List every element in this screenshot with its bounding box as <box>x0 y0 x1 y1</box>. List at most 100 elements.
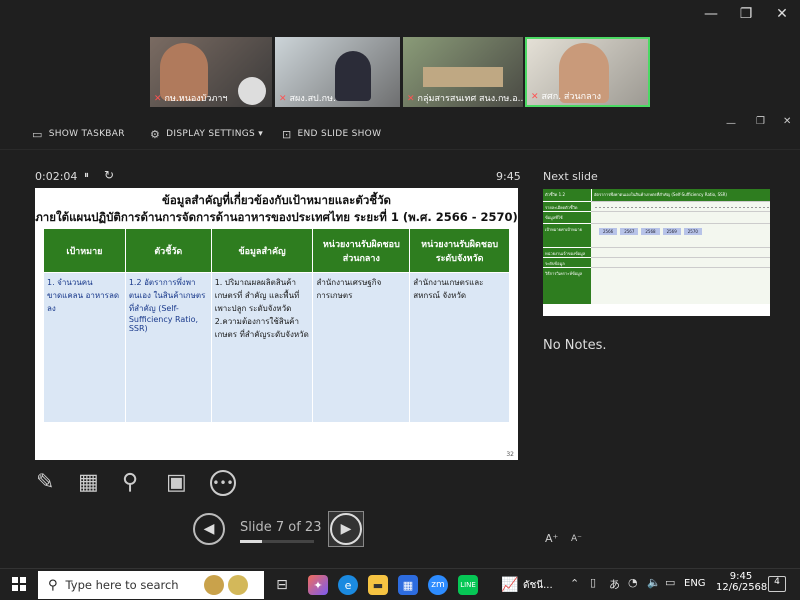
taskbar-icon: ▭ <box>32 127 43 141</box>
pause-timer-icon[interactable]: ⏸ <box>84 170 89 181</box>
mic-muted-icon: ✕ <box>407 94 415 104</box>
video-tile[interactable]: ✕ สผง.สป.กษ. <box>275 37 400 107</box>
tray-chevron-icon[interactable]: ⌃ <box>570 577 579 590</box>
close-presenter-icon[interactable]: ✕ <box>783 116 791 127</box>
table-cell: 1.2 อัตราการพึ่งพาตนเอง ในสินค้าเกษตรที่… <box>124 272 212 423</box>
tray-ime-icon[interactable]: あ <box>609 576 620 592</box>
decrease-text-size-button[interactable]: A⁻ <box>571 534 582 544</box>
restore-presenter-icon[interactable]: ❐ <box>756 116 765 127</box>
taskbar-clock[interactable]: 9:45 12/6/2568 <box>716 571 767 593</box>
taskbar-time: 9:45 <box>729 571 753 582</box>
more-options-icon[interactable]: ••• <box>210 470 236 496</box>
taskbar-search-box[interactable]: ⚲ Type here to search <box>38 571 264 599</box>
current-slide: ข้อมูลสำคัญที่เกี่ยวข้องกับเป้าหมายและตั… <box>35 188 518 460</box>
table-header: ข้อมูลสำคัญ <box>210 228 314 273</box>
next-slide-label: Next slide <box>543 170 598 183</box>
store-icon[interactable]: ▦ <box>398 575 418 595</box>
thumb-year: 2570 <box>683 228 702 235</box>
search-placeholder: Type here to search <box>65 578 179 592</box>
table-header: ตัวชี้วัด <box>124 228 212 273</box>
table-cell: 1. ปริมาณผลผลิตสินค้าเกษตรที่ สำคัญ และพ… <box>210 272 314 423</box>
black-screen-icon[interactable]: ▣ <box>166 470 187 495</box>
clock-time: 9:45 <box>496 170 521 183</box>
show-taskbar-button[interactable]: ▭ SHOW TASKBAR <box>32 127 125 141</box>
close-button[interactable]: ✕ <box>767 6 797 22</box>
video-tile[interactable]: ✕ กลุ่มสารสนเทศ สนง.กษ.อ... <box>403 37 523 107</box>
file-explorer-icon[interactable]: ▬ <box>368 575 388 595</box>
line-app-icon[interactable]: LINE <box>458 575 478 595</box>
end-slide-show-button[interactable]: ⊡ END SLIDE SHOW <box>282 127 381 141</box>
increase-text-size-button[interactable]: A⁺ <box>545 532 558 545</box>
volume-icon[interactable]: 🔈 <box>647 576 661 589</box>
mic-muted-icon: ✕ <box>154 94 162 104</box>
fan-object <box>238 77 266 105</box>
tray-device-icon[interactable]: ▯ <box>590 576 596 589</box>
slide-table: เป้าหมาย ตัวชี้วัด ข้อมูลสำคัญ หน่วยงานร… <box>43 228 510 423</box>
participant-name: กษ.หนองบัวภาฯ <box>164 94 228 104</box>
tray-app-label[interactable]: ดัชนี... <box>523 578 553 593</box>
participant-name: สผง.สป.กษ. <box>289 94 336 104</box>
edge-browser-icon[interactable]: e <box>338 575 358 595</box>
thumb-year: 2566 <box>599 228 618 235</box>
windows-start-icon[interactable] <box>12 577 26 591</box>
minimize-presenter-icon[interactable]: — <box>726 118 736 129</box>
thumb-cell: หน่วยงานเจ้าของข้อมูล <box>543 247 591 257</box>
pen-icon[interactable]: ✎ <box>36 470 54 495</box>
next-slide-thumbnail[interactable]: ตัวชี้วัด 1.2 อัตราการพึ่งพาตนเองในสินค้… <box>543 189 770 316</box>
notification-center-icon[interactable]: 4 <box>768 576 786 592</box>
zoom-app-icon[interactable]: zm <box>428 575 448 595</box>
thumb-cell: รายละเอียดตัวชี้วัด <box>543 201 591 211</box>
table-cell: สำนักงานเกษตรและสหกรณ์ จังหวัด <box>409 272 510 423</box>
slide-page-number: 32 <box>506 451 514 458</box>
participant-name: สศก. ส่วนกลาง <box>541 92 602 102</box>
battery-icon[interactable]: ▭ <box>665 576 675 589</box>
table-header: หน่วยงานรับผิดชอบ ระดับจังหวัด <box>409 228 510 273</box>
table-cell: 1. จำนวนคนขาดแคลน อาหารลดลง <box>43 272 126 423</box>
restore-button[interactable]: ❐ <box>731 6 761 22</box>
table-cell: สำนักงานเศรษฐกิจการเกษตร <box>312 272 411 423</box>
chart-app-icon[interactable]: 📈 <box>500 575 520 595</box>
thumb-text-lines <box>591 211 770 223</box>
reset-timer-icon[interactable]: ↻ <box>104 168 114 182</box>
thumb-year-table: 2566 2567 2568 2569 2570 <box>591 223 770 247</box>
thumb-cell: เป้าหมายค่าเป้าหมาย <box>543 223 591 247</box>
medal-icon <box>204 575 224 595</box>
thumb-cell: ระดับข้อมูล <box>543 257 591 267</box>
thumb-cell: วิธีการวิเคราะห์ข้อมูล <box>543 267 591 304</box>
participant-avatar <box>335 51 371 101</box>
copilot-icon[interactable]: ✦ <box>308 575 328 595</box>
speaker-notes: No Notes. <box>543 338 607 353</box>
thumb-cell: ตัวชี้วัด 1.2 <box>543 189 591 201</box>
video-tile[interactable]: ✕ กษ.หนองบัวภาฯ <box>150 37 272 107</box>
zoom-icon[interactable]: ⚲ <box>122 470 138 495</box>
slide-counter: Slide 7 of 23 <box>240 520 322 535</box>
slide-title-line2: ภายใต้แผนปฏิบัติการด้านการจัดการด้านอาหา… <box>35 210 518 224</box>
meeting-table <box>423 67 503 87</box>
end-show-icon: ⊡ <box>282 127 292 141</box>
previous-slide-button[interactable]: ◀ <box>193 513 225 545</box>
mic-muted-icon: ✕ <box>279 94 287 104</box>
wifi-icon[interactable]: ◔ <box>628 576 638 589</box>
mic-muted-icon: ✕ <box>531 92 539 102</box>
thumb-year: 2569 <box>662 228 681 235</box>
windows-taskbar: ⚲ Type here to search ⊟ ✦ e ▬ ▦ zm LINE … <box>0 568 800 600</box>
input-language[interactable]: ENG <box>684 578 706 589</box>
thumb-year: 2567 <box>620 228 639 235</box>
task-view-icon[interactable]: ⊟ <box>272 575 292 595</box>
minimize-button[interactable]: — <box>696 6 726 22</box>
progress-track <box>240 540 314 543</box>
notification-count: 4 <box>774 577 780 587</box>
display-settings-button[interactable]: ⚙ DISPLAY SETTINGS ▾ <box>150 127 263 141</box>
see-all-slides-icon[interactable]: ▦ <box>78 470 99 495</box>
video-tile-active-speaker[interactable]: ✕ สศก. ส่วนกลาง <box>525 37 650 107</box>
next-slide-button[interactable]: ▶ <box>330 513 362 545</box>
thumb-cell: ข้อมูลที่ใช้ <box>543 211 591 223</box>
slide-timer: 0:02:04 <box>35 170 78 183</box>
display-settings-icon: ⚙ <box>150 127 161 141</box>
thumb-cell: อัตราการพึ่งพาตนเองในสินค้าเกษตรที่สำคัญ… <box>591 189 770 201</box>
progress-fill <box>240 540 263 543</box>
participant-name: กลุ่มสารสนเทศ สนง.กษ.อ... <box>417 94 523 104</box>
table-header: เป้าหมาย <box>43 228 126 273</box>
search-icon: ⚲ <box>48 577 58 593</box>
divider <box>0 149 800 150</box>
